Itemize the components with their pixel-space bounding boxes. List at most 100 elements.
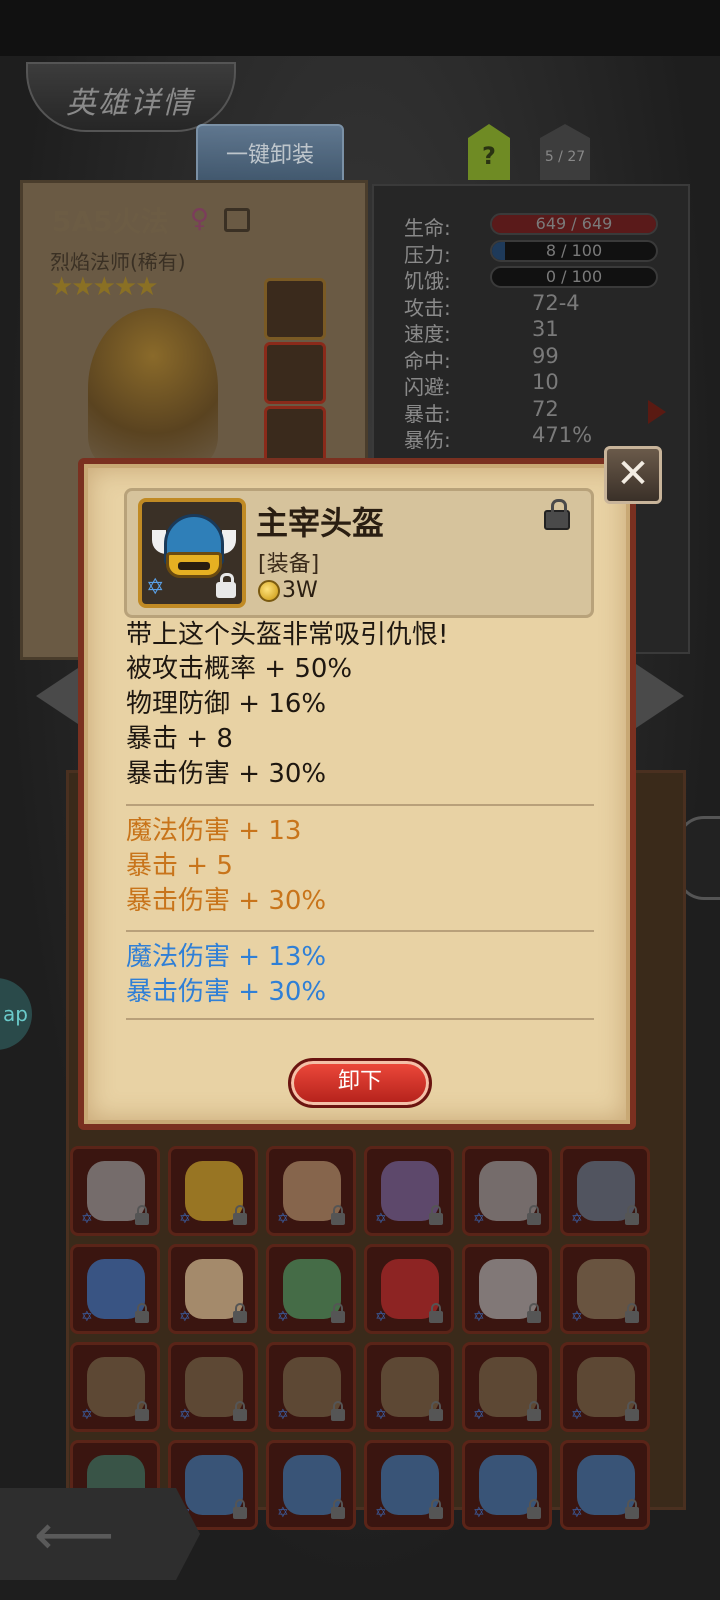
inventory-slot[interactable]: ✡ bbox=[266, 1146, 356, 1236]
item-stat-line: 暴击伤害 + 30% bbox=[126, 977, 327, 1007]
item-stat-line: 魔法伤害 + 13% bbox=[126, 942, 327, 972]
inventory-slot[interactable]: ✡ bbox=[364, 1146, 454, 1236]
stat-value: 99 bbox=[532, 343, 559, 368]
divider bbox=[126, 1018, 594, 1020]
item-stat-line: 暴击 + 8 bbox=[126, 724, 233, 754]
star-of-david-icon: ✡ bbox=[571, 1407, 583, 1423]
inventory-slot[interactable]: ✡ bbox=[462, 1146, 552, 1236]
item-type: [装备] bbox=[258, 552, 320, 577]
star-of-david-icon: ✡ bbox=[473, 1309, 485, 1325]
star-of-david-icon: ✡ bbox=[179, 1309, 191, 1325]
inventory-slot[interactable]: ✡ bbox=[462, 1342, 552, 1432]
lock-icon bbox=[135, 1205, 149, 1225]
inventory-slot[interactable]: ✡ bbox=[364, 1342, 454, 1432]
star-of-david-icon: ✡ bbox=[375, 1505, 387, 1521]
inventory-slot[interactable]: ✡ bbox=[70, 1244, 160, 1334]
inventory-slot[interactable]: ✡ bbox=[70, 1146, 160, 1236]
lock-icon bbox=[527, 1499, 541, 1519]
star-of-david-icon: ✡ bbox=[375, 1211, 387, 1227]
item-stat-line: 被攻击概率 + 50% bbox=[126, 654, 353, 684]
stat-value: 10 bbox=[532, 370, 559, 394]
item-name: 主宰头盔 bbox=[256, 504, 385, 542]
unequip-all-button[interactable]: 一键卸装 bbox=[196, 124, 344, 184]
stats-next-arrow-icon[interactable] bbox=[648, 400, 666, 424]
inventory-slot[interactable]: ✡ bbox=[168, 1146, 258, 1236]
edit-name-icon[interactable] bbox=[224, 208, 250, 232]
lock-icon bbox=[135, 1401, 149, 1421]
unequip-button[interactable]: 卸下 bbox=[288, 1058, 432, 1108]
stat-bar: 8 / 100 bbox=[490, 239, 658, 262]
star-of-david-icon: ✡ bbox=[81, 1309, 93, 1325]
item-price: 3W bbox=[282, 578, 318, 603]
female-icon: ♀ bbox=[190, 204, 210, 234]
lock-icon bbox=[233, 1205, 247, 1225]
page-title: 英雄详情 bbox=[66, 86, 194, 121]
stat-label: 暴击: bbox=[404, 401, 451, 426]
star-of-david-icon: ✡ bbox=[473, 1505, 485, 1521]
lock-icon bbox=[429, 1303, 443, 1323]
star-of-david-icon: ✡ bbox=[375, 1407, 387, 1423]
inventory-slot[interactable]: ✡ bbox=[560, 1146, 650, 1236]
inventory-slot[interactable]: ✡ bbox=[364, 1440, 454, 1530]
lock-icon bbox=[429, 1499, 443, 1519]
star-of-david-icon: ✡ bbox=[81, 1407, 93, 1423]
stat-value: 0 / 100 bbox=[545, 267, 603, 286]
lock-icon bbox=[233, 1303, 247, 1323]
inventory-slot[interactable]: ✡ bbox=[560, 1440, 650, 1530]
item-stat-line: 暴击伤害 + 30% bbox=[126, 759, 327, 789]
lock-icon bbox=[625, 1303, 639, 1323]
stat-label: 暴伤: bbox=[404, 428, 451, 452]
inventory-slot[interactable]: ✡ bbox=[70, 1342, 160, 1432]
star-of-david-icon: ✡ bbox=[179, 1407, 191, 1423]
inventory-slot[interactable]: ✡ bbox=[364, 1244, 454, 1334]
lock-icon bbox=[527, 1303, 541, 1323]
star-of-david-icon: ✡ bbox=[571, 1211, 583, 1227]
hero-stars: ★★★★★ bbox=[50, 272, 159, 302]
lock-icon bbox=[331, 1303, 345, 1323]
inventory-slot[interactable]: ✡ bbox=[462, 1244, 552, 1334]
item-stat-line: 物理防御 + 16% bbox=[126, 689, 327, 719]
close-button[interactable]: ✕ bbox=[604, 446, 662, 504]
star-of-david-icon: ✡ bbox=[473, 1407, 485, 1423]
lock-icon bbox=[527, 1401, 541, 1421]
lock-icon bbox=[625, 1401, 639, 1421]
equip-slot-ring[interactable] bbox=[264, 342, 326, 404]
stat-bar: 0 / 100 bbox=[490, 266, 658, 288]
stat-value: 649 / 649 bbox=[535, 214, 613, 233]
inventory-slot[interactable]: ✡ bbox=[266, 1342, 356, 1432]
stat-label: 攻击: bbox=[404, 295, 451, 320]
inventory-slot[interactable]: ✡ bbox=[560, 1342, 650, 1432]
stat-label: 饥饿: bbox=[404, 269, 451, 293]
inventory-grid: ✡✡✡✡✡✡✡✡✡✡✡✡✡✡✡✡✡✡✡✡✡✡✡✡ bbox=[70, 1146, 650, 1530]
stat-bar: 649 / 649 bbox=[490, 213, 658, 235]
inventory-slot[interactable]: ✡ bbox=[168, 1342, 258, 1432]
divider bbox=[126, 930, 594, 932]
item-stat-line: 魔法伤害 + 13 bbox=[126, 816, 302, 846]
lock-icon bbox=[625, 1205, 639, 1225]
inventory-slot[interactable]: ✡ bbox=[168, 1244, 258, 1334]
lock-toggle-icon[interactable] bbox=[544, 499, 570, 530]
inventory-slot[interactable]: ✡ bbox=[462, 1440, 552, 1530]
inventory-slot[interactable]: ✡ bbox=[266, 1440, 356, 1530]
coin-icon bbox=[258, 580, 280, 602]
lock-icon bbox=[233, 1499, 247, 1519]
inventory-slot[interactable]: ✡ bbox=[560, 1244, 650, 1334]
lock-icon bbox=[527, 1205, 541, 1225]
star-of-david-icon: ✡ bbox=[277, 1505, 289, 1521]
star-of-david-icon: ✡ bbox=[179, 1211, 191, 1227]
star-of-david-icon: ✡ bbox=[375, 1309, 387, 1325]
hero-class: 烈焰法师(稀有) bbox=[50, 250, 186, 274]
stat-value: 8 / 100 bbox=[545, 240, 603, 260]
equip-slot-helmet[interactable] bbox=[264, 278, 326, 340]
star-of-david-icon: ✡ bbox=[571, 1309, 583, 1325]
hero-portrait bbox=[88, 308, 218, 468]
item-stat-line: 暴击伤害 + 30% bbox=[126, 886, 327, 916]
lock-icon bbox=[233, 1401, 247, 1421]
stat-value: 471% bbox=[532, 423, 593, 447]
lock-icon bbox=[429, 1401, 443, 1421]
item-icon-frame: ✡ bbox=[138, 498, 246, 608]
lock-icon bbox=[216, 573, 236, 598]
inventory-slot[interactable]: ✡ bbox=[266, 1244, 356, 1334]
stat-label: 命中: bbox=[404, 348, 451, 373]
divider bbox=[126, 804, 594, 806]
